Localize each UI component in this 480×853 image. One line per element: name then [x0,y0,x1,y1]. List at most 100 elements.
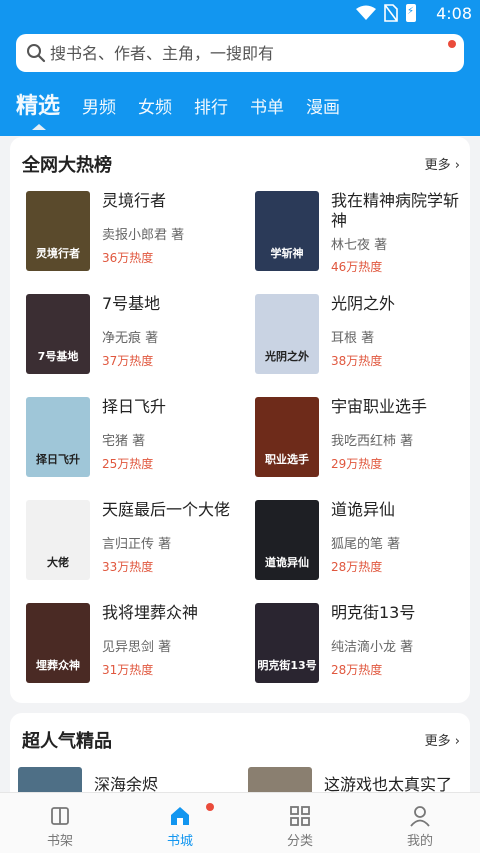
search-bar[interactable] [16,34,464,72]
book-title: 天庭最后一个大佬 [102,500,231,519]
book-heat: 25万热度 [102,457,154,471]
book-cover: 择日飞升 [26,397,90,477]
bookstore-home-icon [171,807,189,825]
book-heat: 38万热度 [331,354,383,368]
book-item[interactable]: 择日飞升 择日飞升 宅猪 著 25万热度 [26,397,241,481]
notification-dot [206,803,214,811]
book-title: 择日飞升 [102,397,167,416]
book-cover: 大佬 [26,500,90,580]
book-author: 卖报小郎君 著 [102,228,185,243]
battery-charging-icon [406,4,416,22]
more-link[interactable]: 更多 › [425,154,460,173]
book-item[interactable]: 大佬 天庭最后一个大佬言归正传 著 33万热度 [26,500,241,584]
book-author: 耳根 著 [331,331,375,346]
book-item[interactable]: 埋葬众神 我将埋葬众神见异思剑 著 31万热度 [26,603,241,687]
section-title: 全网大热榜 [22,155,112,176]
search-input[interactable] [50,43,430,63]
tab-ranking[interactable]: 排行 [194,93,228,118]
status-bar: 4:08 [0,0,480,28]
book-title: 灵境行者 [102,191,167,210]
bookshelf-icon [51,807,69,825]
wifi-icon [356,5,376,20]
profile-icon [410,806,430,827]
book-item[interactable]: 7号基地 7号基地 净无痕 著 37万热度 [26,294,241,378]
nav-label: 我的 [406,834,433,849]
bottom-nav: 书架 书城 分类 我的 [0,792,480,853]
search-icon [27,44,46,63]
chevron-right-icon: › [454,734,460,749]
book-title: 明克街13号 [331,603,416,622]
book-cover: 灵境行者 [26,191,90,271]
more-label: 更多 [424,734,451,749]
book-item[interactable]: 明克街13号 明克街13号 纯洁滴小龙 著 28万热度 [255,603,470,687]
book-item[interactable]: 灵境行者 灵境行者 卖报小郎君 著 36万热度 [26,191,241,275]
book-author: 宅猪 著 [102,434,146,449]
book-cover: 光阴之外 [255,294,319,374]
status-icons [356,4,416,22]
book-heat: 29万热度 [331,457,383,471]
book-title: 光阴之外 [331,294,396,313]
book-heat: 36万热度 [102,251,154,265]
book-heat: 28万热度 [331,663,383,677]
book-cover: 学斩神 [255,191,319,271]
cover-title-art: 道诡异仙 [265,556,309,569]
book-author: 净无痕 著 [102,331,159,346]
category-grid-icon [290,806,310,826]
book-author: 林七夜 著 [331,238,388,253]
cover-title-art: 职业选手 [265,453,309,466]
more-link[interactable]: 更多 › [425,730,460,749]
no-sim-icon [384,4,398,22]
book-heat: 28万热度 [331,560,383,574]
book-title: 我将埋葬众神 [102,603,199,622]
book-heat: 31万热度 [102,663,154,677]
book-title: 我在精神病院学斩神 [331,191,460,230]
book-cover: 埋葬众神 [26,603,90,683]
book-author: 狐尾的笔 著 [331,537,401,552]
book-author: 言归正传 著 [102,537,172,552]
cover-title-art: 光阴之外 [265,350,309,363]
book-title: 宇宙职业选手 [331,397,428,416]
tab-featured[interactable]: 精选 [16,88,60,130]
tab-male[interactable]: 男频 [82,93,116,118]
book-title: 道诡异仙 [331,500,396,519]
search-notification-dot [448,40,456,48]
chevron-right-icon: › [454,158,460,173]
book-heat: 33万热度 [102,560,154,574]
nav-profile[interactable]: 我的 [360,793,480,853]
book-item[interactable]: 道诡异仙 道诡异仙 狐尾的笔 著 28万热度 [255,500,470,584]
book-heat: 46万热度 [331,260,383,274]
nav-label: 分类 [286,834,313,849]
tab-booklist[interactable]: 书单 [250,93,284,118]
nav-category[interactable]: 分类 [240,793,360,853]
book-title: 7号基地 [102,294,161,313]
book-item[interactable]: 学斩神 我在精神病院学斩神林七夜 著 46万热度 [255,191,470,275]
book-cover: 7号基地 [26,294,90,374]
cover-title-art: 大佬 [47,556,69,569]
nav-label: 书城 [166,834,193,849]
cover-title-art: 7号基地 [37,350,79,363]
channel-tabs: 精选 男频 女频 排行 书单 漫画 [16,88,362,130]
status-time: 4:08 [436,4,472,23]
cover-title-art: 学斩神 [270,247,304,260]
book-cover: 道诡异仙 [255,500,319,580]
tab-comics[interactable]: 漫画 [306,93,340,118]
nav-bookshelf[interactable]: 书架 [0,793,120,853]
book-author: 见异思剑 著 [102,640,172,655]
more-label: 更多 [424,158,451,173]
book-cover: 明克街13号 [255,603,319,683]
header: 4:08 精选 男频 女频 排行 书单 漫画 [0,0,480,136]
nav-label: 书架 [46,834,73,849]
book-item[interactable]: 职业选手 宇宙职业选手我吃西红柿 著 29万热度 [255,397,470,481]
hot-ranking-card: 全网大热榜 更多 › 灵境行者 灵境行者 卖报小郎君 著 36万热度 学斩神 我在精神病院… [10,137,470,703]
book-item[interactable]: 光阴之外 光阴之外 耳根 著 38万热度 [255,294,470,378]
cover-title-art: 埋葬众神 [36,659,80,672]
cover-title-art: 择日飞升 [36,453,80,466]
cover-title-art: 灵境行者 [36,247,80,260]
section-title: 超人气精品 [22,731,112,752]
book-heat: 37万热度 [102,354,154,368]
cover-title-art: 明克街13号 [257,659,317,672]
book-author: 纯洁滴小龙 著 [331,640,414,655]
tab-female[interactable]: 女频 [138,93,172,118]
nav-bookstore[interactable]: 书城 [120,793,240,853]
book-author: 我吃西红柿 著 [331,434,414,449]
